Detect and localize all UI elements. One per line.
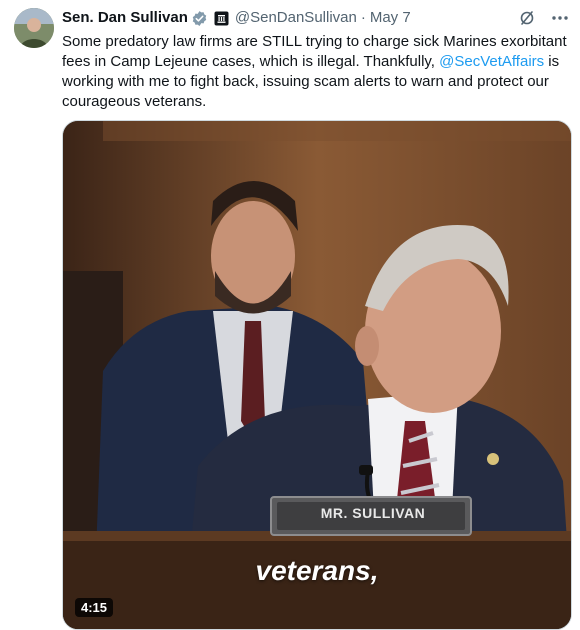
separator-dot: · — [360, 9, 366, 26]
header-actions — [518, 9, 570, 27]
video-player[interactable]: MR. SULLIVAN veterans, 4:15 — [62, 120, 572, 630]
tweet-date[interactable]: May 7 — [370, 8, 411, 28]
author-handle[interactable]: @SenDanSullivan — [235, 8, 357, 28]
tweet-text: Some predatory law firms are STILL tryin… — [62, 32, 574, 112]
mention-link[interactable]: @SecVetAffairs — [439, 53, 544, 70]
video-caption: veterans, — [255, 555, 379, 586]
government-affiliation-icon[interactable] — [214, 11, 229, 26]
tweet-header: Sen. Dan Sullivan @SenDanSullivan · May … — [62, 8, 570, 28]
video-frame — [63, 121, 571, 629]
verified-badge-icon[interactable] — [191, 10, 208, 27]
nameplate-text: MR. SULLIVAN — [320, 505, 426, 521]
author-name[interactable]: Sen. Dan Sullivan — [62, 8, 188, 28]
grok-icon[interactable] — [518, 9, 536, 27]
video-duration-badge: 4:15 — [75, 598, 114, 617]
author-avatar[interactable] — [14, 8, 54, 48]
tweet[interactable]: Sen. Dan Sullivan @SenDanSullivan · May … — [0, 0, 580, 630]
more-options-icon[interactable] — [550, 9, 570, 27]
